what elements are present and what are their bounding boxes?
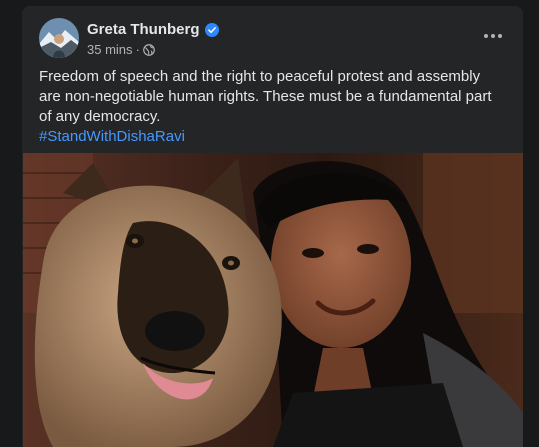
post-body: Freedom of speech and the right to peace…	[39, 67, 503, 147]
author-row: Greta Thunberg	[87, 21, 219, 38]
meta-separator: ·	[135, 42, 140, 57]
post-message: Freedom of speech and the right to peace…	[39, 68, 492, 125]
author-name[interactable]: Greta Thunberg	[87, 21, 200, 38]
avatar-image	[39, 18, 79, 58]
post-header: Greta Thunberg 35 mins ·	[39, 18, 509, 60]
photo-image	[23, 153, 523, 447]
author-avatar[interactable]	[39, 18, 79, 58]
post-card: Greta Thunberg 35 mins · Freedom of spee…	[22, 6, 523, 447]
verified-badge-icon	[204, 22, 219, 37]
globe-icon[interactable]	[143, 43, 155, 56]
more-options-dot	[498, 34, 502, 38]
post-photo[interactable]	[23, 153, 523, 447]
more-options-icon	[484, 34, 488, 38]
post-meta: 35 mins ·	[87, 42, 155, 57]
hashtag-link[interactable]: #StandWithDishaRavi	[39, 128, 185, 145]
more-options-button[interactable]	[477, 24, 509, 48]
post-timestamp[interactable]: 35 mins	[87, 42, 133, 57]
more-options-dot	[491, 34, 495, 38]
